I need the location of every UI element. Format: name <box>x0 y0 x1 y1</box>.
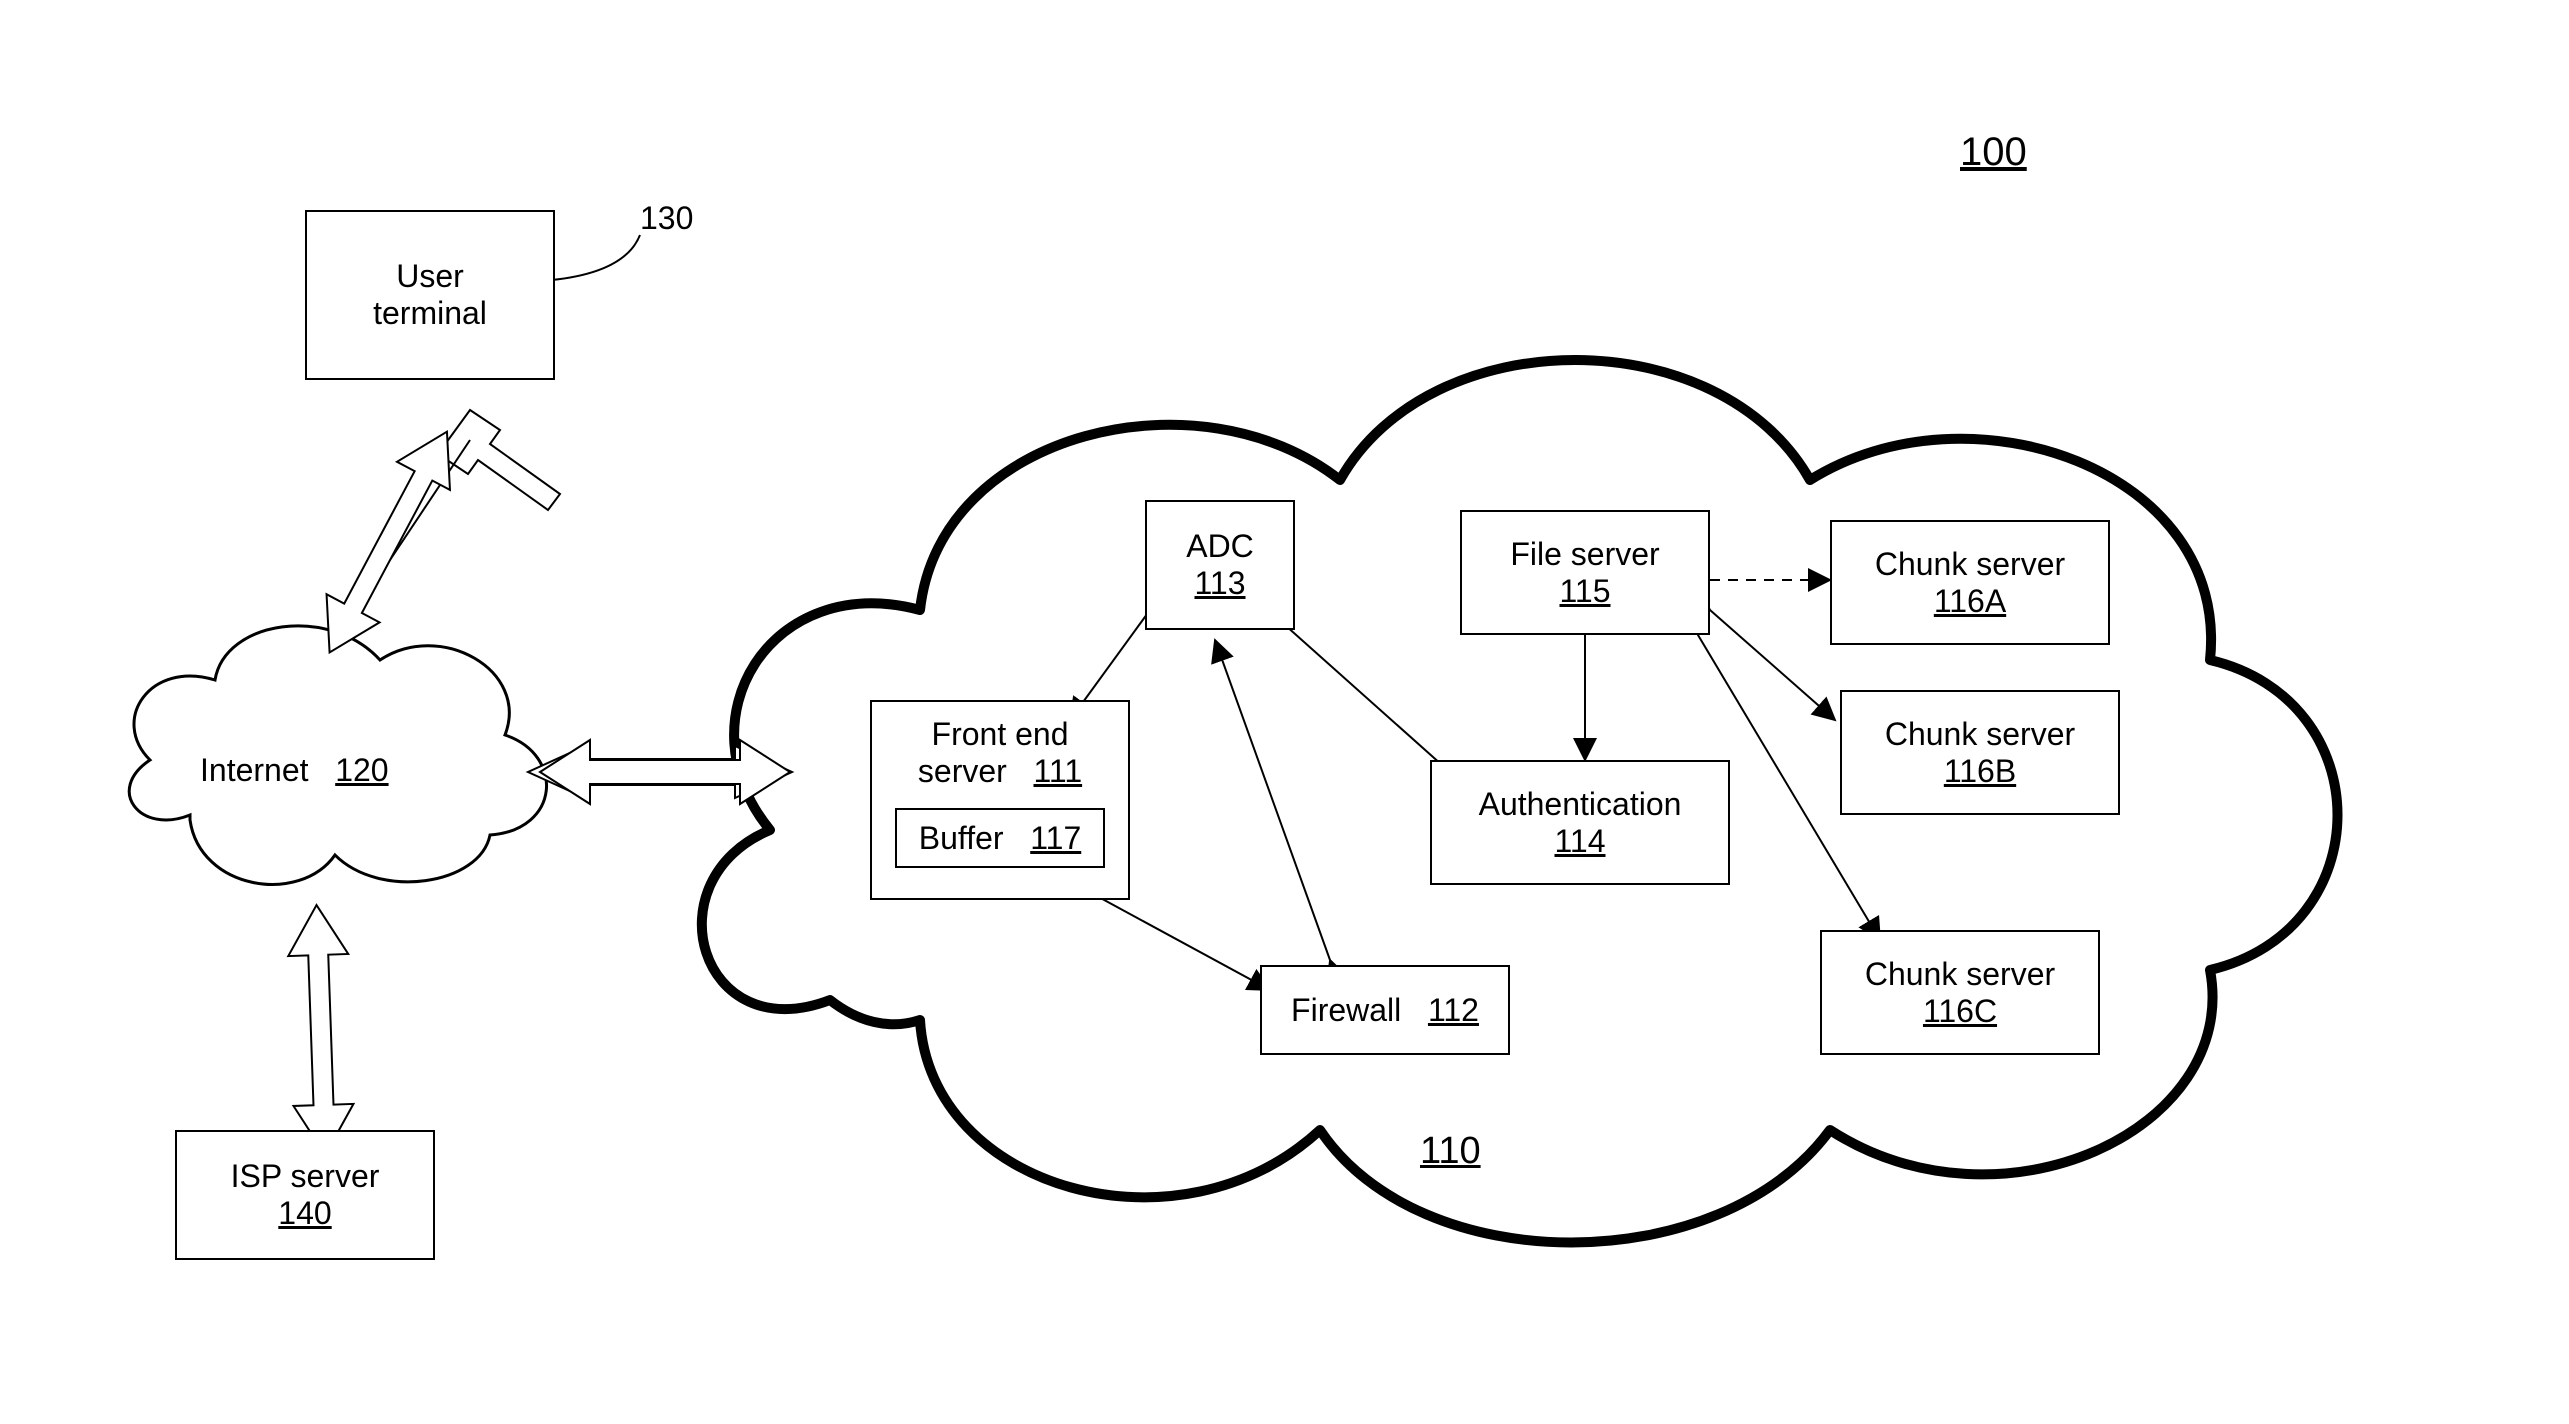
auth-ref: 114 <box>1554 823 1605 860</box>
buffer-ref: 117 <box>1030 820 1081 856</box>
chunk-a-label: Chunk server <box>1875 546 2065 583</box>
front-end-label2-row: server 111 <box>918 753 1082 790</box>
file-server-label: File server <box>1510 536 1659 573</box>
front-end-ref: 111 <box>1033 753 1082 789</box>
firewall-row: Firewall 112 <box>1291 992 1479 1029</box>
internet-ref: 120 <box>335 752 388 788</box>
node-user-terminal: User terminal <box>305 210 555 380</box>
firewall-label: Firewall <box>1291 992 1401 1028</box>
node-chunk-server-a: Chunk server 116A <box>1830 520 2110 645</box>
cloud-system-ref: 110 <box>1420 1130 1481 1173</box>
auth-label: Authentication <box>1479 786 1682 823</box>
node-front-end-server: Front end server 111 Buffer 117 <box>870 700 1130 900</box>
node-isp-server: ISP server 140 <box>175 1130 435 1260</box>
chunk-c-ref: 116C <box>1923 993 1997 1030</box>
chunk-a-ref: 116A <box>1934 583 2006 620</box>
node-firewall: Firewall 112 <box>1260 965 1510 1055</box>
buffer-row: Buffer 117 <box>919 820 1081 857</box>
buffer-label: Buffer <box>919 820 1004 856</box>
isp-server-ref: 140 <box>278 1195 331 1232</box>
internet-label: Internet <box>200 752 309 788</box>
isp-server-label: ISP server <box>231 1158 380 1195</box>
node-chunk-server-c: Chunk server 116C <box>1820 930 2100 1055</box>
chunk-b-ref: 116B <box>1944 753 2016 790</box>
user-terminal-ref: 130 <box>640 200 693 237</box>
node-chunk-server-b: Chunk server 116B <box>1840 690 2120 815</box>
front-end-label2: server <box>918 753 1007 789</box>
adc-label: ADC <box>1186 528 1254 565</box>
node-file-server: File server 115 <box>1460 510 1710 635</box>
node-adc: ADC 113 <box>1145 500 1295 630</box>
node-authentication: Authentication 114 <box>1430 760 1730 885</box>
figure-ref: 100 <box>1960 130 2027 175</box>
firewall-ref: 112 <box>1428 992 1479 1028</box>
user-terminal-label2: terminal <box>373 295 487 332</box>
adc-ref: 113 <box>1194 565 1245 602</box>
file-server-ref: 115 <box>1559 573 1610 610</box>
front-end-label1: Front end <box>932 716 1069 753</box>
node-internet: Internet 120 <box>200 752 389 789</box>
user-terminal-label1: User <box>396 258 464 295</box>
chunk-b-label: Chunk server <box>1885 716 2075 753</box>
chunk-c-label: Chunk server <box>1865 956 2055 993</box>
node-buffer: Buffer 117 <box>895 808 1105 868</box>
